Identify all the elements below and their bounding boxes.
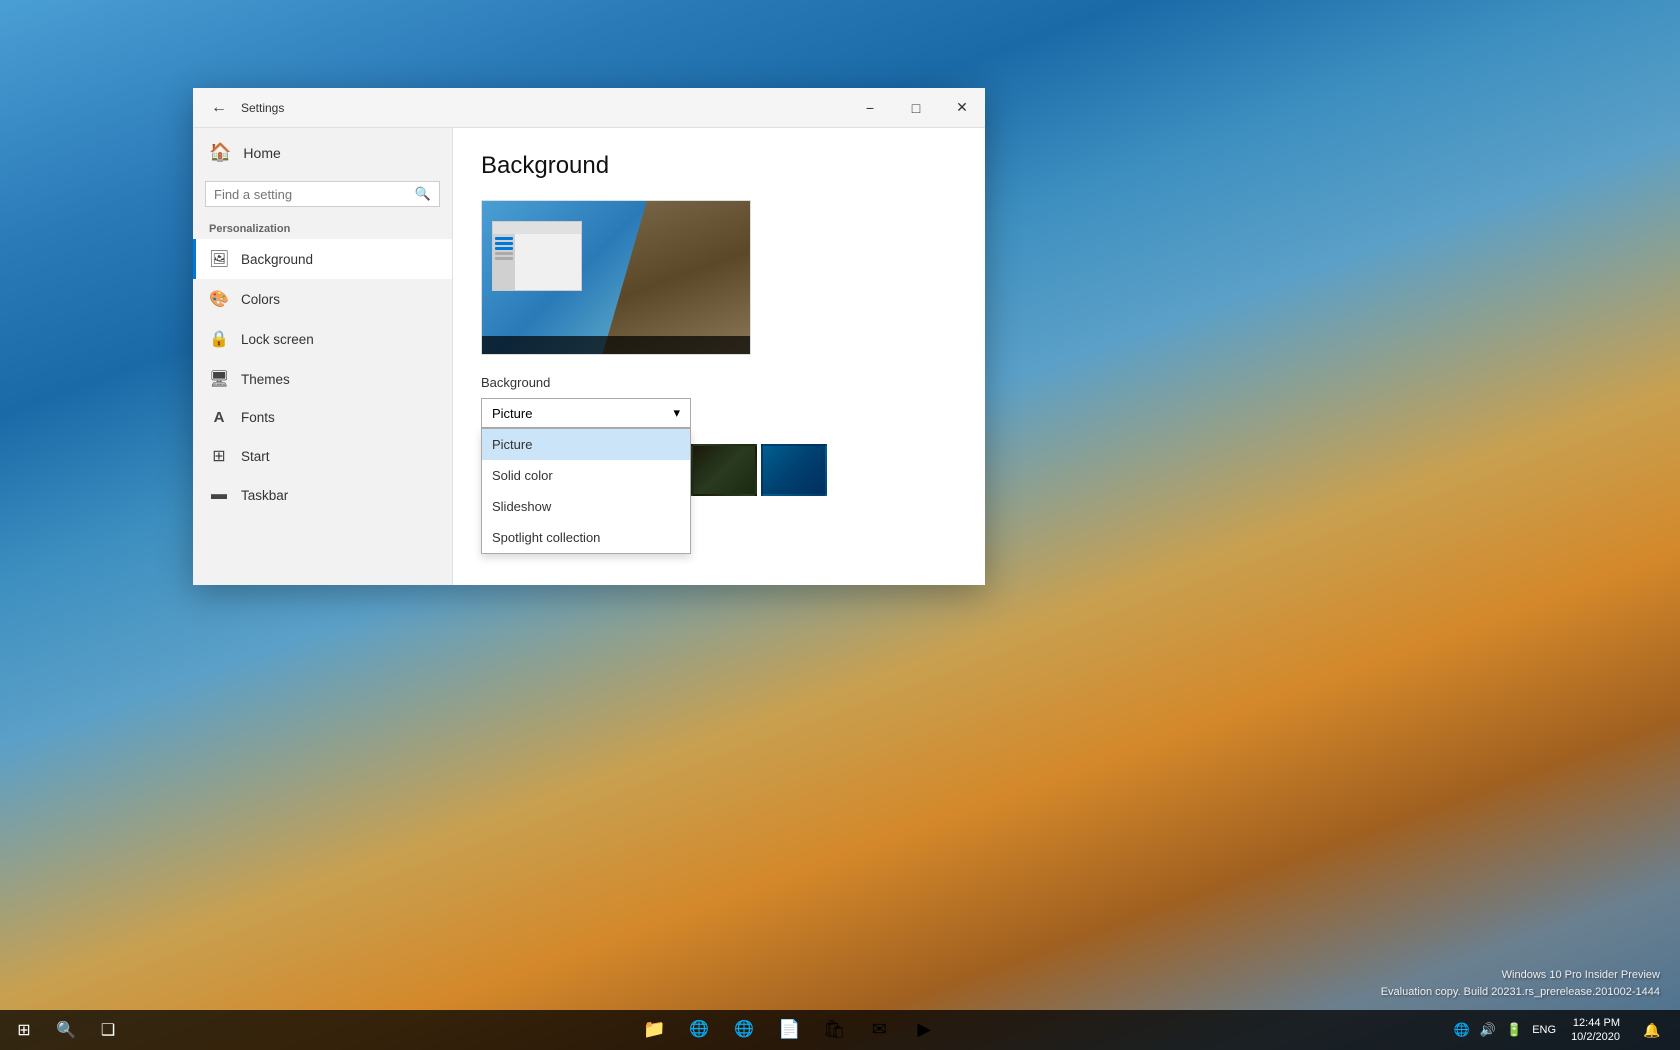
sidebar-item-start[interactable]: ⊞ Start [193,436,452,476]
background-preview: Aa [481,200,751,355]
preview-rock [603,201,750,354]
sidebar-item-label-lock-screen: Lock screen [241,332,314,347]
thumbnail-4[interactable] [691,444,757,496]
sidebar-item-lock-screen[interactable]: 🔒 Lock screen [193,319,452,359]
taskbar-clock[interactable]: 12:44 PM 10/2/2020 [1563,1016,1628,1045]
preview-sidebar-mini [493,234,515,290]
clock-date: 10/2/2020 [1571,1030,1620,1044]
taskbar-app-office[interactable]: 📄 [767,1011,811,1049]
sidebar-item-label-themes: Themes [241,372,290,387]
dropdown-option-spotlight[interactable]: Spotlight collection [482,522,690,553]
dropdown-menu: Picture Solid color Slideshow Spotlight … [481,428,691,554]
taskbar-search-button[interactable]: 🔍 [46,1010,86,1050]
dropdown-option-solid-color[interactable]: Solid color [482,460,690,491]
dropdown-selected-value: Picture [492,406,532,421]
settings-window: ← Settings − □ ✕ 🏠 Home 🔍 Personalizatio… [193,88,985,585]
themes-icon: 🖥 [209,369,229,389]
sidebar-item-taskbar[interactable]: ▬ Taskbar [193,476,452,514]
systray: 🌐 🔊 🔋 ENG [1451,1022,1559,1038]
taskbar-apps: 📁 🌐 🌐 📄 🛍 ✉ ▶ [632,1011,946,1049]
taskbar-right: 🌐 🔊 🔋 ENG 12:44 PM 10/2/2020 🔔 [1451,1010,1676,1050]
back-button[interactable]: ← [205,99,233,117]
main-panel: Background [453,128,985,585]
content-area: 🏠 Home 🔍 Personalization 🖼 Background 🎨 … [193,128,985,585]
taskbar-left: ⊞ 🔍 ❑ [4,1010,128,1050]
notifications-button[interactable]: 🔔 [1632,1010,1672,1050]
clock-time: 12:44 PM [1571,1016,1620,1030]
preview-window-titlebar [493,222,581,234]
preview-taskbar [482,336,750,354]
home-icon: 🏠 [209,142,231,163]
sidebar-search-container: 🔍 [205,181,440,207]
maximize-button[interactable]: □ [893,88,939,128]
sidebar-item-colors[interactable]: 🎨 Colors [193,279,452,319]
task-view-button[interactable]: ❑ [88,1010,128,1050]
sidebar-item-fonts[interactable]: A Fonts [193,399,452,436]
search-icon: 🔍 [415,186,431,202]
background-icon: 🖼 [209,249,229,269]
sidebar-item-label-start: Start [241,449,270,464]
sidebar-section-label: Personalization [193,215,452,239]
taskbar-app-media[interactable]: ▶ [902,1011,946,1049]
taskbar-app-explorer[interactable]: 📁 [632,1011,676,1049]
start-icon: ⊞ [209,446,229,466]
search-input[interactable] [214,187,409,202]
chevron-down-icon: ▾ [673,405,680,421]
taskbar-app-store[interactable]: 🛍 [812,1011,856,1049]
dropdown-trigger[interactable]: Picture ▾ [481,398,691,428]
sidebar: 🏠 Home 🔍 Personalization 🖼 Background 🎨 … [193,128,453,585]
sidebar-item-background[interactable]: 🖼 Background [193,239,452,279]
title-bar-controls: − □ ✕ [847,88,985,128]
sidebar-item-themes[interactable]: 🖥 Themes [193,359,452,399]
sidebar-item-label-fonts: Fonts [241,410,275,425]
taskbar-app-mail[interactable]: ✉ [857,1011,901,1049]
preview-window: Aa [492,221,582,291]
dropdown-option-picture[interactable]: Picture [482,429,690,460]
colors-icon: 🎨 [209,289,229,309]
sidebar-item-label-taskbar: Taskbar [241,488,288,503]
lang-label[interactable]: ENG [1529,1024,1559,1036]
version-text: Windows 10 Pro Insider Preview Evaluatio… [1381,967,1660,1000]
taskbar-app-edge-chromium[interactable]: 🌐 [722,1011,766,1049]
title-bar: ← Settings − □ ✕ [193,88,985,128]
start-button[interactable]: ⊞ [4,1010,44,1050]
title-bar-left: ← Settings [205,99,284,117]
lock-screen-icon: 🔒 [209,329,229,349]
preview-bg: Aa [482,201,750,354]
minimize-button[interactable]: − [847,88,893,128]
network-icon[interactable]: 🌐 [1451,1022,1473,1038]
volume-icon[interactable]: 🔊 [1477,1022,1499,1038]
sidebar-item-label-colors: Colors [241,292,280,307]
taskbar: ⊞ 🔍 ❑ 📁 🌐 🌐 📄 🛍 ✉ ▶ 🌐 🔊 🔋 ENG 12:44 PM 1… [0,1010,1680,1050]
taskbar-app-edge[interactable]: 🌐 [677,1011,721,1049]
taskbar-icon-sidebar: ▬ [209,486,229,504]
background-section-label: Background [481,375,957,390]
sidebar-item-label-background: Background [241,252,313,267]
background-dropdown[interactable]: Picture ▾ Picture Solid color Slideshow … [481,398,691,428]
battery-icon[interactable]: 🔋 [1503,1022,1525,1038]
home-label: Home [243,145,280,161]
page-title: Background [481,152,957,180]
sidebar-item-home[interactable]: 🏠 Home [193,128,452,177]
thumbnail-5[interactable] [761,444,827,496]
close-button[interactable]: ✕ [939,88,985,128]
dropdown-option-slideshow[interactable]: Slideshow [482,491,690,522]
fonts-icon: A [209,409,229,426]
window-title: Settings [241,101,284,115]
